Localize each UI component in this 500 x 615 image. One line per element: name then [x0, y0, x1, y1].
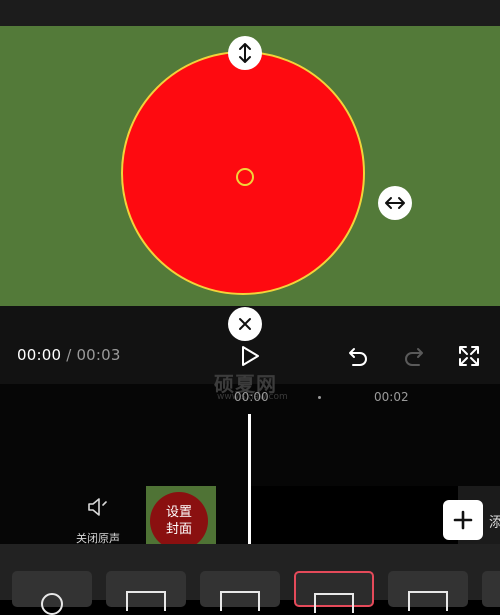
center-anchor-icon[interactable] [236, 168, 254, 186]
vertical-resize-icon[interactable] [228, 36, 262, 70]
playhead[interactable] [248, 414, 251, 544]
tool-glyph-1 [41, 593, 63, 615]
tool-glyph-4 [314, 593, 354, 613]
fullscreen-icon[interactable] [457, 344, 481, 368]
ruler-label-start: 00:00 [234, 390, 269, 404]
set-cover-label-line1: 设置 [165, 505, 192, 520]
total-time: 00:03 [76, 346, 121, 364]
tool-tile-6[interactable] [482, 571, 500, 607]
add-clip-label: 添 [489, 515, 500, 531]
tool-tile-3[interactable] [200, 571, 280, 611]
tool-glyph-3 [220, 591, 260, 611]
close-icon[interactable] [228, 307, 262, 341]
video-preview[interactable] [0, 26, 500, 306]
set-cover-button[interactable]: 设置 封面 [150, 492, 208, 550]
current-time: 00:00 [17, 346, 62, 364]
horizontal-resize-icon[interactable] [378, 186, 412, 220]
ruler-tick [318, 396, 321, 399]
tool-glyph-2 [126, 591, 166, 611]
plus-icon [453, 510, 473, 530]
time-separator: / [61, 346, 77, 364]
tool-tile-2[interactable] [106, 571, 186, 611]
playback-time: 00:00 / 00:03 [17, 346, 121, 364]
set-cover-label-line2: 封面 [165, 522, 192, 537]
video-clip[interactable] [250, 486, 458, 544]
add-clip-button[interactable] [443, 500, 483, 540]
mute-original-audio-button[interactable]: 关闭原声 [70, 497, 126, 546]
ruler-label-2s: 00:02 [374, 390, 409, 404]
tool-glyph-5 [408, 591, 448, 611]
tool-tile-1[interactable] [12, 571, 92, 615]
top-bar [0, 0, 500, 26]
play-icon[interactable] [238, 344, 262, 368]
speaker-icon [88, 498, 107, 516]
redo-icon[interactable] [402, 344, 426, 368]
tool-tile-5[interactable] [388, 571, 468, 611]
tool-tile-4-selected[interactable] [294, 571, 374, 613]
undo-icon[interactable] [346, 344, 370, 368]
